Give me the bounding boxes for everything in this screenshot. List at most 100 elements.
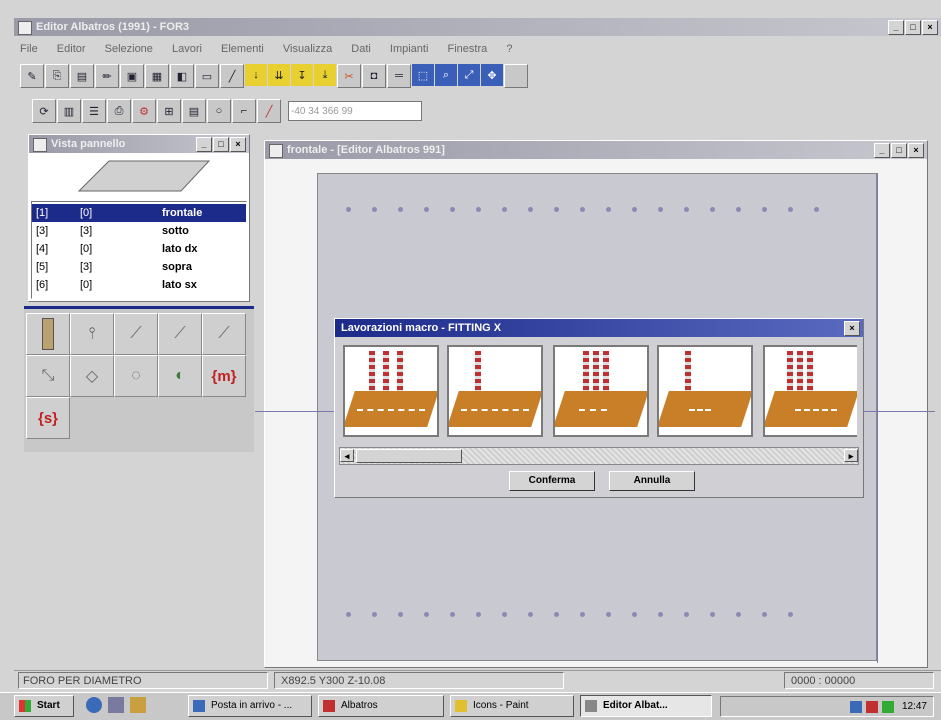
blank-tool-icon[interactable] (504, 64, 528, 88)
quick-launch (86, 697, 146, 713)
new-icon[interactable]: ✎ (20, 64, 44, 88)
albatros-icon (323, 700, 335, 712)
paste-icon[interactable]: ▤ (70, 64, 94, 88)
copy-icon[interactable]: ⎘ (45, 64, 69, 88)
print-icon[interactable]: ⎙ (107, 99, 131, 123)
face-row-sopra[interactable]: [5] [3] sopra (32, 258, 246, 276)
tray-icon-1[interactable] (849, 700, 862, 713)
fitting-tool-icon[interactable]: ◐ (158, 355, 202, 397)
sheet-icon[interactable]: ▤ (182, 99, 206, 123)
taskbar-item-inbox[interactable]: Posta in arrivo - ... (188, 695, 312, 717)
menu-selezione[interactable]: Selezione (105, 43, 153, 55)
coord-input[interactable] (288, 101, 422, 121)
taskbar-item-editor[interactable]: Editor Albat... (580, 695, 712, 717)
menu-help[interactable]: ? (506, 43, 512, 55)
taskbar-item-paint[interactable]: Icons - Paint (450, 695, 574, 717)
desktop-icon[interactable] (108, 697, 124, 713)
horizontal-drill-tool-icon[interactable]: ⫯ (70, 313, 114, 355)
drill-yellow-icon-4[interactable]: ⤓ (314, 64, 336, 86)
menu-editor[interactable]: Editor (57, 43, 86, 55)
document-minimize-button[interactable]: _ (874, 143, 890, 158)
table-icon[interactable]: ▥ (57, 99, 81, 123)
window-icon[interactable]: ▣ (120, 64, 144, 88)
view-panel-maximize-button[interactable]: □ (213, 137, 229, 152)
tray-icon-2[interactable] (865, 700, 878, 713)
scroll-left-button[interactable]: ◂ (340, 449, 354, 462)
clock: 12:47 (901, 701, 927, 712)
line-icon[interactable]: ╱ (220, 64, 244, 88)
tool-orange-icon[interactable]: ✂ (337, 64, 361, 88)
disabled-tool-icon-5[interactable]: ◇ (70, 355, 114, 397)
scroll-right-button[interactable]: ▸ (844, 449, 858, 462)
disabled-tool-icon-1[interactable]: ⟋ (114, 313, 158, 355)
hole-icon[interactable]: ◘ (362, 64, 386, 88)
disabled-tool-icon-2[interactable]: ⟋ (158, 313, 202, 355)
view-panel-close-button[interactable]: × (230, 137, 246, 152)
macro-dialog-close-button[interactable]: × (844, 321, 860, 336)
disabled-tool-icon-3[interactable]: ⟋ (202, 313, 246, 355)
view-panel-window: Vista pannello _ □ × [1] [0] frontale [3][… (28, 134, 250, 302)
menu-file[interactable]: File (20, 43, 38, 55)
minimize-button[interactable]: _ (888, 20, 904, 35)
app-icon (18, 21, 32, 35)
macro-thumb-1[interactable] (343, 345, 439, 437)
drill-yellow-icon-3[interactable]: ↧ (291, 64, 313, 86)
layout-icon[interactable]: ⊞ (157, 99, 181, 123)
menu-impianti[interactable]: Impianti (390, 43, 429, 55)
select-icon[interactable]: ⬚ (412, 64, 434, 86)
macro-scrollbar[interactable]: ◂ ▸ (339, 447, 859, 465)
grid-icon[interactable]: ▦ (145, 64, 169, 88)
disabled-tool-icon-6[interactable]: ◌ (114, 355, 158, 397)
disabled-tool-icon-4[interactable]: ⤡ (26, 355, 70, 397)
macro-thumb-2[interactable] (447, 345, 543, 437)
face-row-lato-sx[interactable]: [6] [0] lato sx (32, 276, 246, 294)
menu-visualizza[interactable]: Visualizza (283, 43, 332, 55)
move-icon[interactable]: ✥ (481, 64, 503, 86)
menu-finestra[interactable]: Finestra (448, 43, 488, 55)
face-list: [1] [0] frontale [3] [3] sotto [4] [0] lato dx… (31, 201, 247, 299)
vertical-drill-tool-icon[interactable] (26, 313, 70, 355)
taskbar: Start Posta in arrivo - ... Albatros Ico… (0, 692, 941, 720)
close-button[interactable]: × (922, 20, 938, 35)
taskbar-item-albatros[interactable]: Albatros (318, 695, 444, 717)
drill-yellow-icon-2[interactable]: ⇊ (268, 64, 290, 86)
macro-thumb-4[interactable] (657, 345, 753, 437)
browser-icon[interactable] (86, 697, 102, 713)
mail-icon[interactable] (130, 697, 146, 713)
corner-icon[interactable]: ⌐ (232, 99, 256, 123)
menu-lavori[interactable]: Lavori (172, 43, 202, 55)
groove-icon[interactable]: ═ (387, 64, 411, 88)
scroll-thumb[interactable] (356, 449, 462, 463)
macro-thumb-5[interactable] (763, 345, 857, 437)
maximize-button[interactable]: □ (905, 20, 921, 35)
panel-icon[interactable]: ◧ (170, 64, 194, 88)
menu-bar: File Editor Selezione Lavori Elementi Vi… (20, 40, 920, 58)
macro-s-button[interactable]: {s} (26, 397, 70, 439)
confirm-button[interactable]: Conferma (509, 471, 595, 491)
macro-m-button[interactable]: {m} (202, 355, 246, 397)
machine-icon[interactable]: ⚙ (132, 99, 156, 123)
view-panel-minimize-button[interactable]: _ (196, 137, 212, 152)
cancel-button[interactable]: Annulla (609, 471, 695, 491)
tray-icon-3[interactable] (881, 700, 894, 713)
list-icon[interactable]: ☰ (82, 99, 106, 123)
menu-elementi[interactable]: Elementi (221, 43, 264, 55)
drill-yellow-icon-1[interactable]: ↓ (245, 64, 267, 86)
macro-thumb-3[interactable] (553, 345, 649, 437)
zoom-fit-icon[interactable]: ⤢ (458, 64, 480, 86)
red-line-icon[interactable]: ╱ (257, 99, 281, 123)
circle-icon[interactable]: ○ (207, 99, 231, 123)
face-row-sotto[interactable]: [3] [3] sotto (32, 222, 246, 240)
zoom-icon[interactable]: ⌕ (435, 64, 457, 86)
face-row-lato-dx[interactable]: [4] [0] lato dx (32, 240, 246, 258)
document-maximize-button[interactable]: □ (891, 143, 907, 158)
menu-dati[interactable]: Dati (351, 43, 371, 55)
toolbar-row-2: ⟳ ▥ ☰ ⎙ ⚙ ⊞ ▤ ○ ⌐ ╱ (32, 98, 422, 124)
rotate-icon[interactable]: ⟳ (32, 99, 56, 123)
start-button[interactable]: Start (14, 695, 74, 717)
pencil-icon[interactable]: ✏ (95, 64, 119, 88)
status-bar: FORO PER DIAMETRO X892.5 Y300 Z-10.08 00… (14, 670, 941, 690)
face-row-frontale[interactable]: [1] [0] frontale (32, 204, 246, 222)
document-close-button[interactable]: × (908, 143, 924, 158)
rect-icon[interactable]: ▭ (195, 64, 219, 88)
